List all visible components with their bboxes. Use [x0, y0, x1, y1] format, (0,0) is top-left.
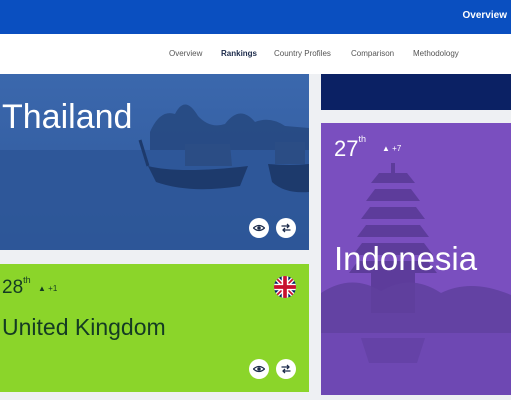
rank-change-value: +7	[392, 144, 402, 153]
eye-icon	[253, 365, 265, 373]
nav-overview[interactable]: Overview	[169, 49, 202, 58]
compare-button[interactable]	[276, 218, 296, 238]
view-button[interactable]	[249, 359, 269, 379]
rank: 27th	[334, 134, 366, 162]
uk-flag-icon	[274, 276, 296, 298]
rank-suffix: th	[358, 134, 366, 144]
view-button[interactable]	[249, 218, 269, 238]
swap-arrows-icon	[281, 223, 291, 233]
rank-change: ▲ +7	[382, 144, 401, 153]
nav-rankings[interactable]: Rankings	[221, 49, 257, 58]
country-name: United Kingdom	[2, 314, 166, 340]
nav-methodology[interactable]: Methodology	[413, 49, 459, 58]
triangle-up-icon: ▲	[382, 144, 390, 153]
eye-icon	[253, 224, 265, 232]
rank-change-value: +1	[48, 284, 58, 293]
overview-link[interactable]: Overview	[463, 10, 507, 21]
thailand-card[interactable]: Thailand	[0, 74, 309, 250]
indonesia-card[interactable]: 27th ▲ +7 Indonesia	[321, 123, 511, 395]
sub-navigation: Overview Rankings Country Profiles Compa…	[0, 34, 511, 74]
country-name: Thailand	[2, 98, 133, 136]
rank-number: 28	[2, 277, 24, 298]
country-name: Indonesia	[334, 240, 478, 277]
nav-country-profiles[interactable]: Country Profiles	[274, 49, 331, 58]
rank: 28th	[2, 275, 31, 299]
swap-arrows-icon	[281, 364, 291, 374]
uk-card[interactable]: 28th ▲ +1 United Kingdom	[0, 264, 309, 392]
triangle-up-icon: ▲	[38, 284, 46, 293]
nav-comparison[interactable]: Comparison	[351, 49, 394, 58]
top-bar: Overview	[0, 0, 511, 34]
compare-button[interactable]	[276, 359, 296, 379]
rank-suffix: th	[23, 275, 31, 285]
navy-card[interactable]	[321, 74, 511, 110]
rank-number: 27	[334, 136, 359, 161]
rank-change: ▲ +1	[38, 284, 57, 293]
